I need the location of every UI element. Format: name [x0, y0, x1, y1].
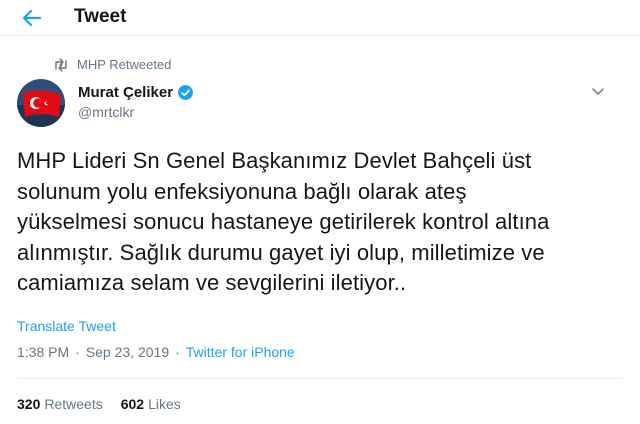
meta-separator: ·: [75, 344, 80, 360]
retweets-count: 320: [17, 396, 41, 412]
author-name-text: Murat Çeliker: [78, 84, 174, 101]
tweet-source-link[interactable]: Twitter for iPhone: [186, 344, 295, 360]
translate-tweet-link[interactable]: Translate Tweet: [17, 318, 116, 334]
page-title: Tweet: [74, 6, 127, 27]
tweet-text: MHP Lideri Sn Genel Başkanımız Devlet Ba…: [17, 146, 617, 299]
turkish-flag-avatar: [17, 79, 65, 127]
likes-count: 602: [120, 396, 145, 412]
arrow-left-icon: [22, 9, 42, 27]
back-button[interactable]: [18, 4, 46, 32]
retweets-stat[interactable]: 320 Retweets: [17, 396, 103, 412]
meta-separator: ·: [175, 344, 180, 360]
tweet-date[interactable]: Sep 23, 2019: [86, 344, 169, 360]
tweet-line: camiamıza selam ve sevgilerini iletiyor.…: [17, 270, 407, 295]
tweet-meta: 1:38 PM · Sep 23, 2019 · Twitter for iPh…: [17, 344, 295, 360]
avatar[interactable]: [17, 79, 65, 127]
divider: [17, 378, 623, 379]
verified-badge-icon: [178, 85, 193, 100]
tweet-line: solunum yolu enfeksiyonuna bağlı olarak …: [17, 178, 467, 204]
retweet-label: MHP Retweeted: [77, 57, 172, 72]
retweets-label: Retweets: [44, 396, 103, 412]
tweet-line: alınmıştır. Sağlık durumu gayet iyi olup…: [17, 239, 545, 265]
author-handle[interactable]: @mrtclkr: [78, 104, 134, 120]
retweet-icon: [55, 57, 67, 72]
retweet-context[interactable]: MHP Retweeted: [53, 57, 171, 72]
tweet-line: yükselmesi sonucu hastaneye getirilerek …: [17, 209, 550, 234]
author-name[interactable]: Murat Çeliker: [78, 84, 194, 101]
chevron-down-icon: [592, 88, 604, 95]
likes-label: Likes: [148, 396, 181, 412]
engagement-stats: 320 Retweets 602 Likes: [17, 396, 199, 412]
more-options-button[interactable]: [587, 82, 609, 102]
tweet-line: MHP Lideri Sn Genel Başkanımız Devlet Ba…: [17, 148, 532, 173]
likes-stat[interactable]: 602 Likes: [121, 396, 181, 412]
tweet-time[interactable]: 1:38 PM: [17, 344, 69, 360]
top-bar: Tweet: [0, 0, 640, 36]
